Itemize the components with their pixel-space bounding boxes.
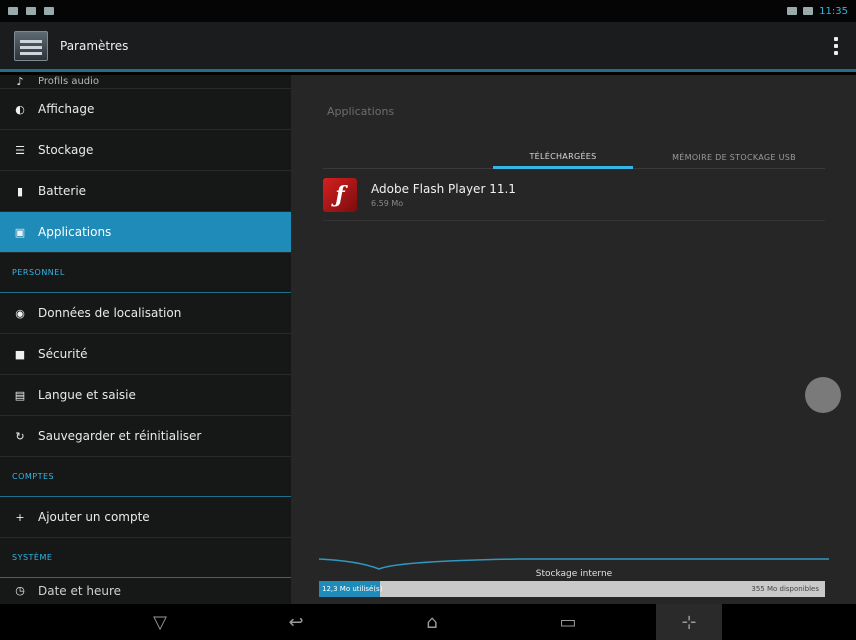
sidebar-item-location[interactable]: ◉ Données de localisation bbox=[0, 293, 291, 334]
wifi-icon bbox=[787, 7, 798, 15]
sidebar-item-backup-reset[interactable]: ↻ Sauvegarder et réinitialiser bbox=[0, 416, 291, 457]
storage-icon: ☰ bbox=[15, 143, 25, 157]
location-icon: ◉ bbox=[15, 306, 25, 320]
usb-icon bbox=[26, 7, 36, 15]
download-icon bbox=[44, 7, 54, 15]
app-tabs: TÉLÉCHARGÉES MÉMOIRE DE STOCKAGE USB bbox=[323, 147, 825, 169]
app-list-item[interactable]: ƒ Adobe Flash Player 11.1 6.59 Mo bbox=[323, 169, 825, 221]
apps-icon: ▣ bbox=[14, 225, 26, 239]
audio-icon: ♪ bbox=[16, 75, 24, 88]
add-icon: + bbox=[15, 510, 25, 524]
display-icon: ◐ bbox=[15, 102, 25, 116]
tab-downloaded[interactable]: TÉLÉCHARGÉES bbox=[493, 147, 633, 169]
app-name: Adobe Flash Player 11.1 bbox=[371, 181, 516, 196]
storage-usage-bar: 12,3 Mo utilisé(s) 355 Mo disponibles bbox=[319, 581, 825, 597]
back-icon[interactable]: ↩ bbox=[266, 608, 326, 636]
sidebar-item-language[interactable]: ▤ Langue et saisie bbox=[0, 375, 291, 416]
status-bar: 11:35 bbox=[0, 0, 856, 22]
sidebar-item-security[interactable]: ■ Sécurité bbox=[0, 334, 291, 375]
section-header-systeme: SYSTÈME bbox=[0, 538, 291, 578]
battery-status-icon bbox=[803, 7, 814, 15]
sidebar-item-storage[interactable]: ☰ Stockage bbox=[0, 130, 291, 171]
status-time: 11:35 bbox=[819, 5, 848, 17]
app-size: 6.59 Mo bbox=[371, 198, 404, 208]
sidebar-item-audio-profiles[interactable]: ♪ Profils audio bbox=[0, 75, 291, 89]
panel-title: Applications bbox=[327, 105, 395, 118]
action-bar: Paramètres bbox=[0, 22, 856, 72]
screenshot-icon[interactable]: ⊹ bbox=[656, 604, 722, 640]
recent-apps-icon[interactable]: ▭ bbox=[538, 608, 598, 636]
language-icon: ▤ bbox=[14, 388, 26, 402]
battery-icon: ▮ bbox=[16, 184, 24, 198]
home-icon[interactable]: ⌂ bbox=[402, 608, 462, 636]
settings-sidebar[interactable]: ♪ Profils audio ◐ Affichage ☰ Stockage ▮… bbox=[0, 75, 291, 604]
backup-icon: ↻ bbox=[15, 429, 25, 443]
notification-icon bbox=[8, 7, 18, 15]
lock-icon: ■ bbox=[14, 347, 26, 361]
applications-panel: Applications TÉLÉCHARGÉES MÉMOIRE DE STO… bbox=[291, 75, 856, 604]
flash-player-icon: ƒ bbox=[323, 177, 357, 212]
hide-keyboard-icon[interactable]: ▽ bbox=[130, 608, 190, 636]
sidebar-item-battery[interactable]: ▮ Batterie bbox=[0, 171, 291, 212]
settings-app-icon[interactable] bbox=[14, 30, 48, 61]
sidebar-item-applications[interactable]: ▣ Applications bbox=[0, 212, 291, 253]
storage-used-fill: 12,3 Mo utilisé(s) bbox=[319, 581, 383, 597]
sidebar-item-add-account[interactable]: + Ajouter un compte bbox=[0, 497, 291, 538]
storage-label: Stockage interne bbox=[535, 569, 613, 579]
window-title: Paramètres bbox=[60, 38, 129, 53]
clock-icon: ◷ bbox=[15, 583, 25, 597]
section-header-personnel: PERSONNEL bbox=[0, 253, 291, 293]
sidebar-item-date-time[interactable]: ◷ Date et heure bbox=[0, 578, 291, 599]
tab-usb-storage[interactable]: MÉMOIRE DE STOCKAGE USB bbox=[643, 147, 825, 168]
navigation-bar: ▽ ↩ ⌂ ▭ ⊹ bbox=[0, 604, 856, 640]
overflow-menu-icon[interactable] bbox=[816, 26, 856, 66]
sidebar-item-display[interactable]: ◐ Affichage bbox=[0, 89, 291, 130]
section-header-comptes: COMPTES bbox=[0, 457, 291, 497]
floating-touch-button[interactable] bbox=[805, 377, 841, 413]
storage-used-text: 12,3 Mo utilisé(s) bbox=[322, 585, 383, 593]
storage-free-text: 355 Mo disponibles bbox=[751, 585, 819, 593]
